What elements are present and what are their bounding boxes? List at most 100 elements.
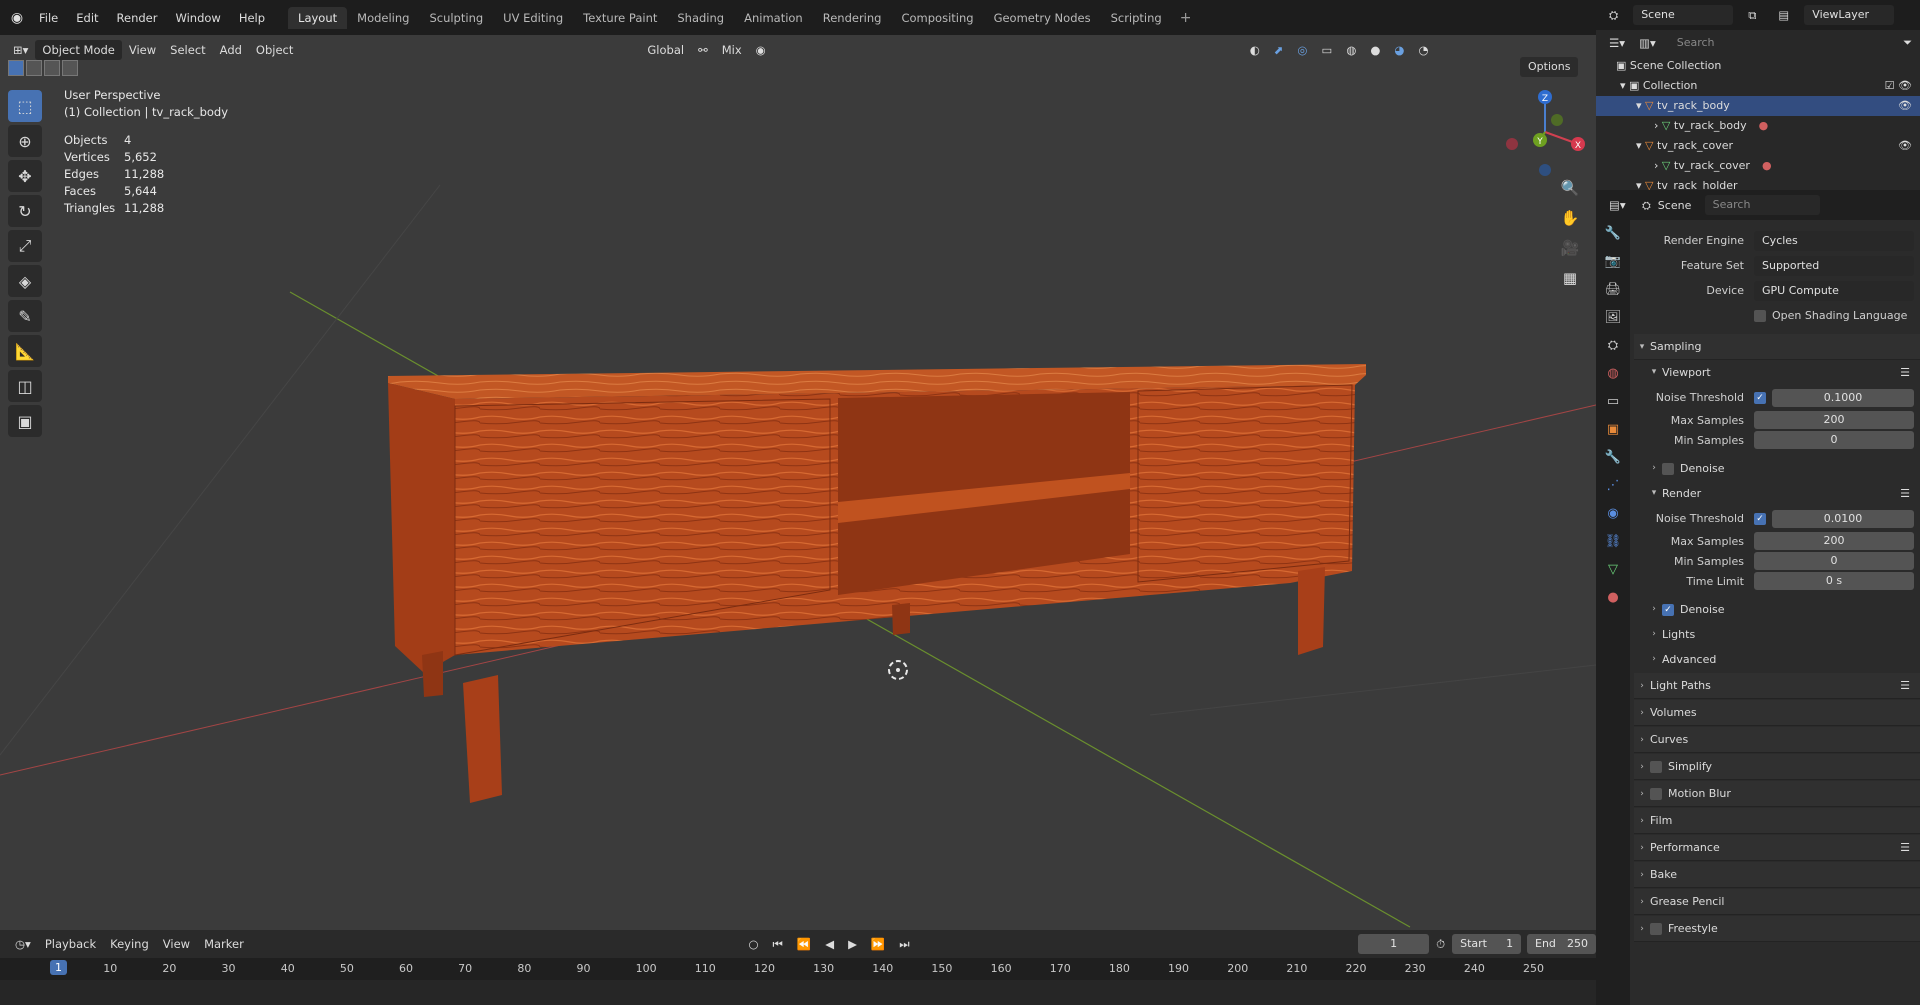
particles-tab-icon[interactable]: ⋰ bbox=[1596, 472, 1630, 500]
scene-tab-icon[interactable]: ⛭ bbox=[1596, 332, 1630, 360]
physics-tab-icon[interactable]: ◉ bbox=[1596, 500, 1630, 528]
time-limit-field[interactable]: 0 s bbox=[1754, 572, 1914, 590]
tab-scripting[interactable]: Scripting bbox=[1101, 7, 1172, 29]
outliner-row-scene-collection[interactable]: ▣ Scene Collection bbox=[1596, 56, 1920, 76]
pivot-icon[interactable]: ⚯ bbox=[691, 40, 715, 60]
menu-window[interactable]: Window bbox=[166, 8, 229, 28]
r-denoise-checkbox[interactable]: ✓ bbox=[1662, 603, 1674, 616]
move-tool-icon[interactable]: ✥ bbox=[8, 160, 42, 192]
select-extend-icon[interactable] bbox=[26, 60, 42, 76]
tab-layout[interactable]: Layout bbox=[288, 6, 348, 29]
render-tab-icon[interactable]: 📷 bbox=[1596, 248, 1630, 276]
presets-list-icon[interactable]: ☰ bbox=[1900, 360, 1910, 385]
viewlayer-selector[interactable]: ViewLayer bbox=[1804, 5, 1895, 25]
rotate-tool-icon[interactable]: ↻ bbox=[8, 195, 42, 227]
performance-panel[interactable]: › Performance ☰ bbox=[1634, 835, 1920, 861]
device-dropdown[interactable]: GPU Compute bbox=[1754, 280, 1914, 301]
tool-tab-icon[interactable]: 🔧 bbox=[1596, 220, 1630, 248]
freestyle-panel[interactable]: › Freestyle bbox=[1634, 916, 1920, 942]
output-tab-icon[interactable]: 🖨 bbox=[1596, 276, 1630, 304]
add-workspace-button[interactable]: + bbox=[1172, 10, 1200, 26]
playback-menu[interactable]: Playback bbox=[38, 934, 103, 954]
gizmo-neg-x[interactable] bbox=[1506, 138, 1518, 150]
scene-icon[interactable]: ⛭ bbox=[1602, 5, 1625, 25]
ortho-toggle-icon[interactable]: ▦ bbox=[1557, 265, 1583, 291]
tab-uv-editing[interactable]: UV Editing bbox=[493, 7, 573, 29]
visibility-icon[interactable]: ◐ bbox=[1243, 40, 1267, 60]
jump-start-icon[interactable]: ⏮ bbox=[766, 934, 790, 954]
visibility-eye-icon[interactable]: 👁 bbox=[1898, 96, 1912, 116]
tab-compositing[interactable]: Compositing bbox=[891, 7, 983, 29]
osl-checkbox[interactable] bbox=[1754, 309, 1766, 322]
advanced-subpanel[interactable]: › Advanced bbox=[1634, 647, 1920, 672]
add-menu[interactable]: Add bbox=[213, 40, 249, 60]
3d-viewport[interactable]: ⊞▾ Object Mode View Select Add Object Gl… bbox=[0, 35, 1596, 930]
extrude-tool-icon[interactable]: ▣ bbox=[8, 405, 42, 437]
scene-selector[interactable]: Scene bbox=[1633, 5, 1734, 25]
vp-denoise-checkbox[interactable] bbox=[1662, 462, 1674, 475]
tab-geometry-nodes[interactable]: Geometry Nodes bbox=[984, 7, 1101, 29]
current-frame-marker[interactable]: 1 bbox=[50, 960, 67, 975]
tab-texture-paint[interactable]: Texture Paint bbox=[573, 7, 667, 29]
properties-editor-icon[interactable]: ▤▾ bbox=[1602, 195, 1633, 215]
visibility-eye-icon[interactable]: 👁 bbox=[1898, 136, 1912, 156]
menu-help[interactable]: Help bbox=[230, 8, 274, 28]
bake-panel[interactable]: › Bake bbox=[1634, 862, 1920, 888]
simplify-panel[interactable]: › Simplify bbox=[1634, 754, 1920, 780]
wireframe-shading-icon[interactable]: ◍ bbox=[1339, 40, 1363, 60]
expand-arrow-icon[interactable]: ▾ bbox=[1636, 176, 1645, 190]
viewport-subpanel-header[interactable]: ▾ Viewport ☰ bbox=[1634, 360, 1920, 385]
pan-hand-icon[interactable]: ✋ bbox=[1557, 205, 1583, 231]
outliner-search-input[interactable]: Search bbox=[1668, 33, 1779, 53]
expand-arrow-icon[interactable]: ▾ bbox=[1620, 76, 1629, 96]
collection-tab-icon[interactable]: ▭ bbox=[1596, 388, 1630, 416]
new-scene-icon[interactable]: ⧉ bbox=[1741, 5, 1763, 25]
presets-list-icon[interactable]: ☰ bbox=[1900, 481, 1910, 506]
marker-menu[interactable]: Marker bbox=[197, 934, 251, 954]
viewlayer-icon[interactable]: ▤ bbox=[1771, 5, 1796, 25]
menu-render[interactable]: Render bbox=[108, 8, 167, 28]
options-dropdown[interactable]: Options bbox=[1520, 57, 1579, 77]
presets-list-icon[interactable]: ☰ bbox=[1900, 835, 1910, 861]
vp-noise-checkbox[interactable]: ✓ bbox=[1754, 391, 1766, 404]
presets-list-icon[interactable]: ☰ bbox=[1900, 673, 1910, 699]
object-tab-icon[interactable]: ▣ bbox=[1596, 416, 1630, 444]
lights-subpanel[interactable]: › Lights bbox=[1634, 622, 1920, 647]
motion-blur-checkbox[interactable] bbox=[1650, 787, 1662, 800]
r-noise-threshold-field[interactable]: 0.0100 bbox=[1772, 509, 1914, 528]
data-tab-icon[interactable]: ▽ bbox=[1596, 556, 1630, 584]
scale-tool-icon[interactable]: ⤢ bbox=[8, 230, 42, 262]
measure-tool-icon[interactable]: 📐 bbox=[8, 335, 42, 367]
expand-arrow-icon[interactable]: ▾ bbox=[1636, 96, 1645, 116]
gizmo-neg-z[interactable] bbox=[1539, 164, 1551, 176]
light-paths-panel[interactable]: › Light Paths ☰ bbox=[1634, 673, 1920, 699]
freestyle-checkbox[interactable] bbox=[1650, 922, 1662, 935]
jump-key-back-icon[interactable]: ⏪ bbox=[790, 934, 818, 954]
outliner-row-tv-rack-holder[interactable]: ▾ ▽ tv_rack_holder bbox=[1596, 176, 1920, 190]
keying-menu[interactable]: Keying bbox=[103, 934, 156, 954]
expand-arrow-icon[interactable]: ▾ bbox=[1636, 136, 1645, 156]
select-menu[interactable]: Select bbox=[163, 40, 212, 60]
expand-arrow-icon[interactable]: › bbox=[1654, 116, 1662, 136]
transform-orientation-dropdown[interactable]: Global bbox=[640, 40, 691, 60]
camera-view-icon[interactable]: 🎥 bbox=[1557, 235, 1583, 261]
select-subtract-icon[interactable] bbox=[44, 60, 60, 76]
tab-rendering[interactable]: Rendering bbox=[813, 7, 892, 29]
select-new-icon[interactable] bbox=[8, 60, 24, 76]
r-min-samples-field[interactable]: 0 bbox=[1754, 552, 1914, 570]
curves-panel[interactable]: › Curves bbox=[1634, 727, 1920, 753]
gizmo-neg-y[interactable] bbox=[1551, 114, 1563, 126]
jump-key-forward-icon[interactable]: ⏩ bbox=[864, 934, 892, 954]
gizmo-toggle-icon[interactable]: ⬈ bbox=[1267, 40, 1291, 60]
sampling-panel-header[interactable]: ▾ Sampling bbox=[1634, 334, 1920, 360]
tab-sculpting[interactable]: Sculpting bbox=[419, 7, 493, 29]
object-menu[interactable]: Object bbox=[249, 40, 300, 60]
render-engine-dropdown[interactable]: Cycles bbox=[1754, 230, 1914, 251]
jump-end-icon[interactable]: ⏭ bbox=[892, 934, 916, 954]
expand-arrow-icon[interactable]: › bbox=[1654, 156, 1662, 176]
film-panel[interactable]: › Film bbox=[1634, 808, 1920, 834]
simplify-checkbox[interactable] bbox=[1650, 760, 1662, 773]
mode-dropdown[interactable]: Object Mode bbox=[35, 40, 122, 60]
solid-shading-icon[interactable]: ● bbox=[1363, 40, 1387, 60]
transform-tool-icon[interactable]: ◈ bbox=[8, 265, 42, 297]
